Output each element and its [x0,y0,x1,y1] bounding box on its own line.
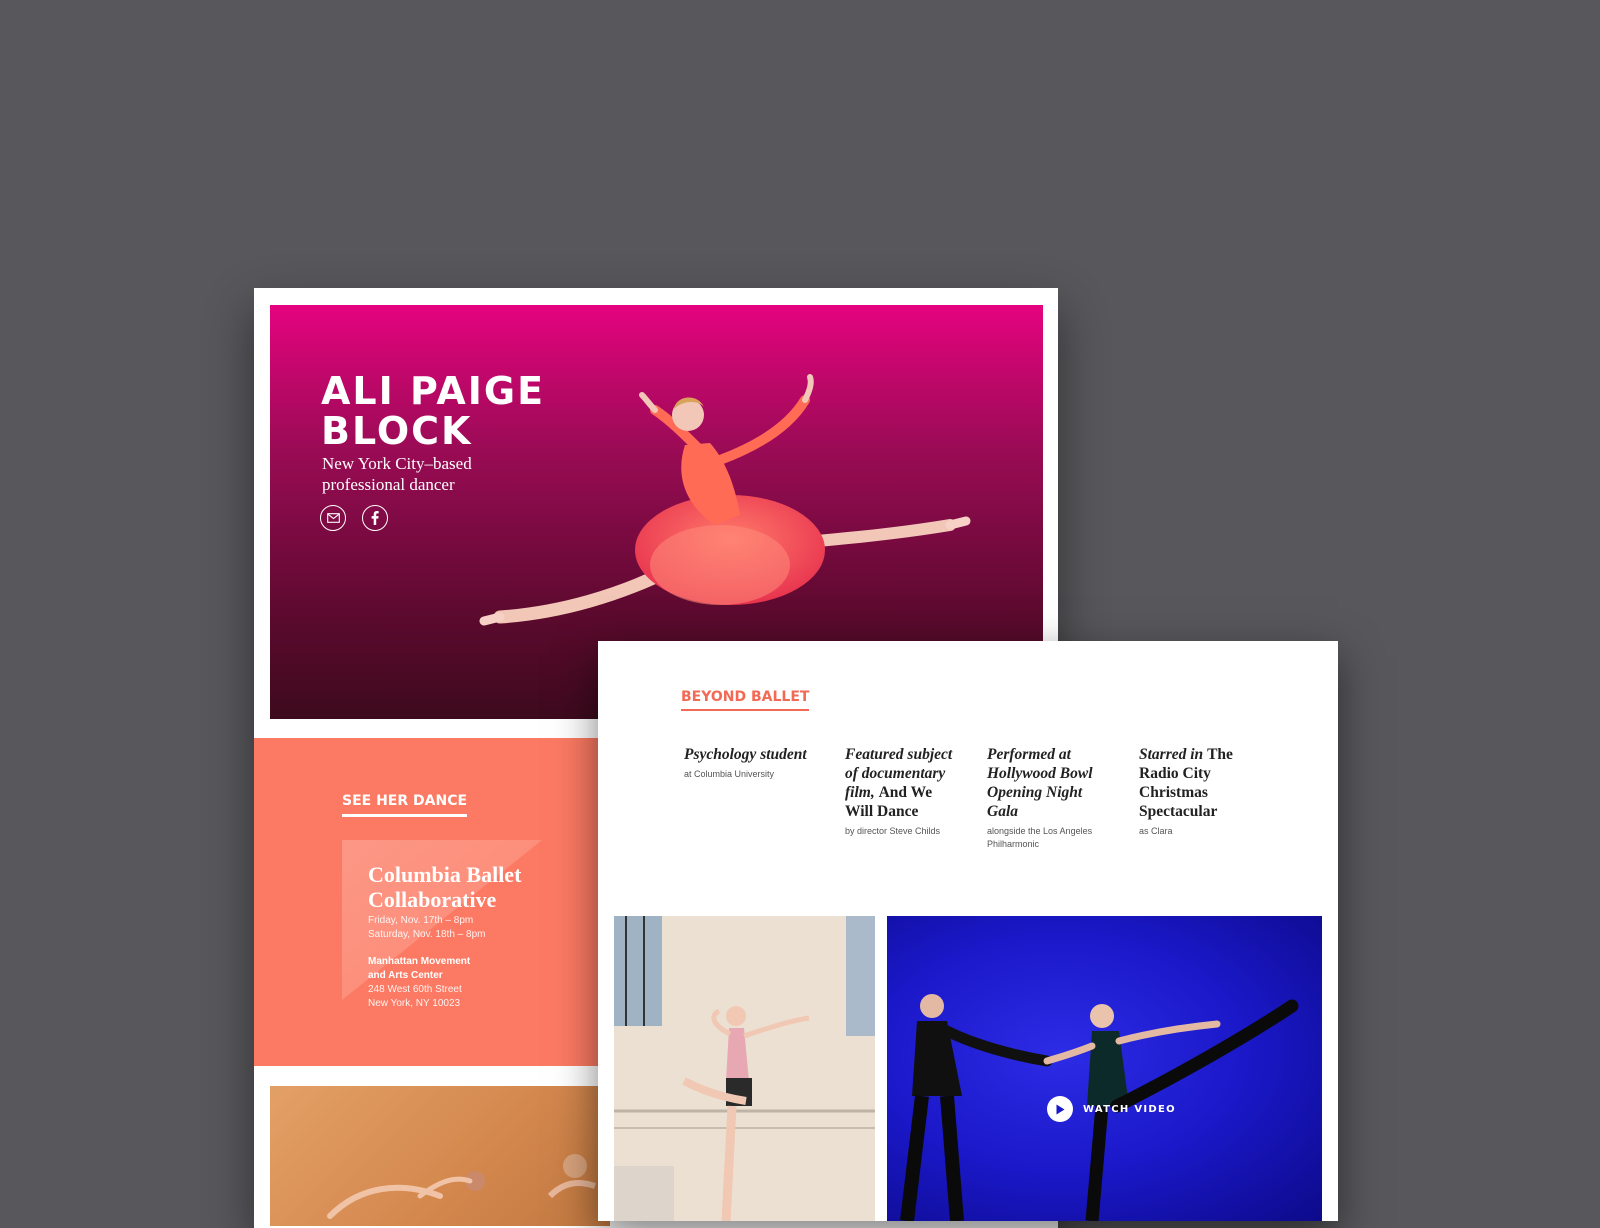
dancers-photo [270,1086,610,1226]
beyond-ballet-card: BEYOND BALLET Psychology student at Colu… [598,641,1338,1221]
event-venue: Manhattan Movement [368,956,471,967]
facebook-icon[interactable] [362,505,388,531]
fact-subtitle: as Clara [1139,826,1173,836]
fact-title: Starred in The Radio City Christmas Spec… [1139,746,1233,820]
watch-video-button[interactable]: WATCH VIDEO [1047,1096,1176,1122]
event-venue: and Arts Center [368,970,443,981]
event-address: New York, NY 10023 [368,998,461,1009]
play-icon [1047,1096,1073,1122]
mail-icon[interactable] [320,505,346,531]
fact-title: Featured subject of documentary film, An… [845,746,953,820]
studio-practice-photo [614,916,875,1221]
fact-subtitle: at Columbia University [684,769,775,779]
fact-item: Featured subject of documentary film, An… [845,745,960,838]
fact-title: Psychology student [684,746,807,763]
stage-performance-video[interactable]: WATCH VIDEO [887,916,1322,1221]
fact-item: Psychology student at Columbia Universit… [684,745,819,781]
fact-item: Starred in The Radio City Christmas Spec… [1139,745,1249,838]
event-date: Saturday, Nov. 18th – 8pm [368,929,486,940]
event-title: Columbia Ballet Collaborative [368,862,522,912]
fact-title: Performed at Hollywood Bowl Opening Nigh… [987,746,1093,820]
dancer-leap-image [479,374,971,626]
fact-subtitle: alongside the Los Angeles Philharmonic [987,826,1093,849]
beyond-ballet-heading[interactable]: BEYOND BALLET [681,689,810,711]
watch-video-label: WATCH VIDEO [1083,1103,1176,1115]
social-links [320,505,388,531]
event-address: 248 West 60th Street [368,984,462,995]
see-her-dance-heading[interactable]: SEE HER DANCE [342,793,468,817]
event-date: Friday, Nov. 17th – 8pm [368,915,474,926]
fact-item: Performed at Hollywood Bowl Opening Nigh… [987,745,1105,851]
fact-subtitle: by director Steve Childs [845,826,941,836]
